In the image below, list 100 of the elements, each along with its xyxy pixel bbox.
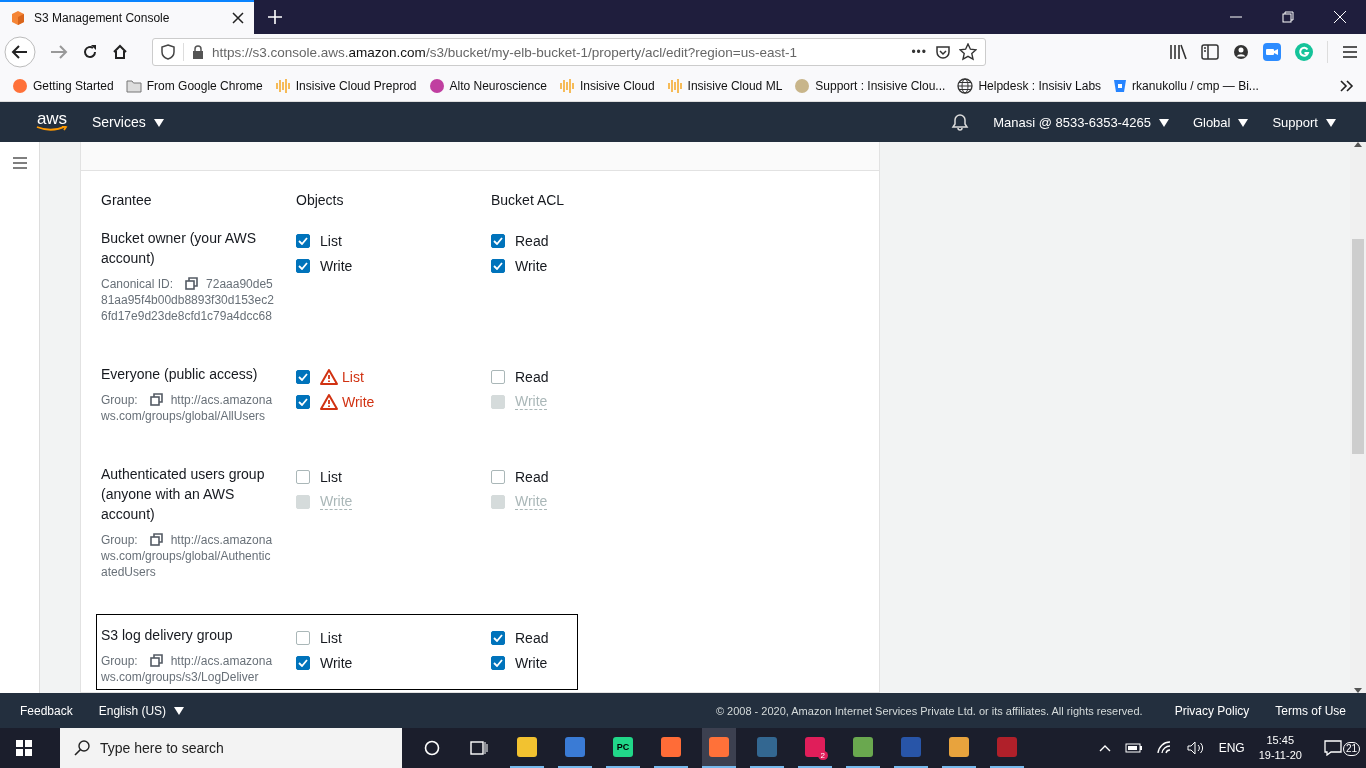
reload-icon[interactable] [82,44,98,60]
bookmark-item[interactable]: Getting Started [12,77,114,94]
tab-title: S3 Management Console [34,11,171,25]
scrollbar[interactable] [1350,142,1366,693]
feedback-link[interactable]: Feedback [20,703,73,718]
shield-icon [161,44,175,60]
browser-tab[interactable]: S3 Management Console [0,0,254,34]
permission-checkbox[interactable] [491,655,505,670]
grantee-name: S3 log delivery group [101,626,234,645]
grantee-id: Group: http://acs.amazonaws.com/groups/global/AuthenticatedUsers [101,532,274,580]
permission-label: Read [515,629,549,646]
taskbar-search-field[interactable]: Type here to search [60,728,402,768]
language-menu[interactable]: English (US) [98,703,185,718]
folder-icon [125,78,142,93]
bookmark-item[interactable]: Insisive Cloud ML [666,77,783,94]
taskbar-app[interactable]: PC [606,728,640,768]
new-tab-icon[interactable] [268,10,282,24]
bookmark-item[interactable]: Helpdesk : Insisiv Labs [957,77,1102,94]
account-menu[interactable]: Manasi @ 8533-6353-4265 [993,114,1169,130]
column-header: Bucket ACL [491,192,565,208]
notification-button[interactable]: 21 [1323,740,1360,756]
permission-checkbox[interactable] [296,469,310,484]
support-menu[interactable]: Support [1272,114,1336,130]
menu-icon[interactable] [11,156,28,170]
windows-start-icon[interactable] [16,740,32,756]
bookmark-item[interactable]: From Google Chrome [125,78,263,93]
input-language[interactable]: ENG [1218,741,1245,755]
star-icon[interactable] [959,43,977,61]
bookmark-item[interactable]: Insisive Cloud [558,77,655,94]
restore-icon[interactable] [1282,11,1294,23]
permission-checkbox[interactable] [491,630,505,645]
permission-label: Write [342,393,375,410]
library-icon[interactable] [1169,44,1187,60]
chevrons-icon[interactable] [1340,79,1354,92]
grantee-id: Group: http://acs.amazonaws.com/groups/global/AllUsers [101,392,274,424]
permission-label: Read [515,232,549,249]
permission-checkbox[interactable] [296,258,310,273]
permission-label: Read [515,468,549,485]
permission-checkbox[interactable] [491,233,505,248]
bell-icon[interactable] [951,113,970,131]
permission-label: Write [515,654,548,671]
permission-label: List [320,232,342,249]
permission-checkbox[interactable] [296,655,310,670]
sidebar-icon[interactable] [1201,44,1219,60]
caret-icon [1326,118,1336,127]
pocket-icon[interactable] [935,44,951,60]
account-icon[interactable] [1233,44,1249,60]
taskbar-app[interactable] [702,728,736,768]
permission-label: Read [515,368,549,385]
battery-icon[interactable] [1124,743,1143,753]
lock-icon [192,45,204,59]
permission-label: Write [515,393,548,410]
task-view-icon[interactable] [470,740,488,756]
url-text: https://s3.console.aws.amazon.com/s3/bucket/my-elb-bucket-1/property/acl/edit?region=us-east-1 [212,44,797,60]
waveform-icon [274,77,291,94]
page-actions-button[interactable]: ••• [911,45,927,59]
cube-icon [10,10,26,26]
wifi-icon[interactable] [1156,741,1173,755]
caret-icon [174,706,185,715]
permission-label: Write [320,654,353,671]
permission-checkbox[interactable] [491,469,505,484]
aws-logo[interactable]: aws [36,111,68,133]
permission-checkbox[interactable] [296,233,310,248]
speaker-icon[interactable] [1186,741,1205,755]
globe-icon [957,77,974,94]
permission-checkbox[interactable] [491,369,505,384]
privacy-policy-link[interactable]: Privacy Policy [1174,703,1250,718]
chevron-up-icon[interactable] [1098,744,1111,752]
bookmark-item[interactable]: rkanukollu / cmp — Bi... [1113,78,1259,93]
taskbar-app[interactable]: 2 [798,728,832,768]
permission-label: List [342,368,364,385]
terms-of-use-link[interactable]: Terms of Use [1275,703,1346,718]
permission-checkbox[interactable] [491,258,505,273]
address-bar[interactable]: https://s3.console.aws.amazon.com/s3/bucket/my-elb-bucket-1/property/acl/edit?region=us-east-1 ••• [152,38,986,66]
permission-label: Write [320,493,353,510]
permission-checkbox[interactable] [296,630,310,645]
bookmark-item[interactable]: Insisive Cloud Preprod [274,77,417,94]
waveform-icon [666,77,683,94]
copy-icon[interactable] [185,277,199,290]
home-icon[interactable] [112,44,128,60]
menu-icon[interactable] [1342,45,1358,59]
permission-label: Write [320,257,353,274]
region-menu[interactable]: Global [1192,114,1249,130]
grantee-name: Authenticated users group (anyone with an AWS account) [101,465,266,524]
copy-icon[interactable] [149,393,163,406]
services-menu[interactable]: Services [92,114,164,130]
bookmark-item[interactable]: Support : Insisive Clou... [794,77,946,94]
forward-icon[interactable] [50,44,68,60]
back-icon[interactable] [4,36,36,68]
copy-icon[interactable] [149,654,163,667]
permission-checkbox[interactable] [296,394,310,409]
bookmark-item[interactable]: Alto Neuroscience [428,77,547,94]
cortana-icon[interactable] [424,740,440,756]
video-icon[interactable] [1263,43,1281,61]
copy-icon[interactable] [149,533,163,546]
clock[interactable]: 15:45 19-11-20 [1258,733,1302,763]
caret-icon [1238,118,1249,127]
permission-checkbox[interactable] [296,369,310,384]
permission-label: Write [515,493,548,510]
close-icon[interactable] [232,12,244,24]
